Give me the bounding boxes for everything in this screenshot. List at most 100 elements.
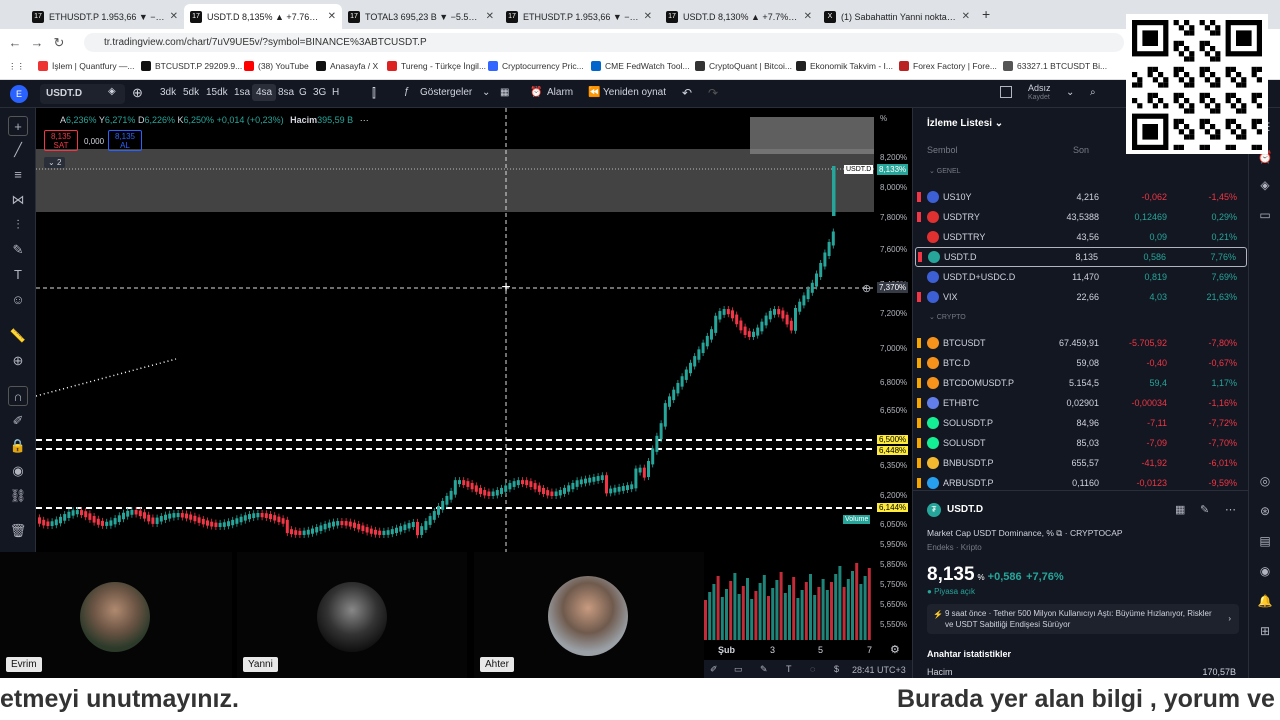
settings-icon[interactable]: ⚙ bbox=[890, 643, 900, 656]
watchlist-row[interactable]: USDTRY 43,5388 0,12469 0,29% bbox=[915, 207, 1247, 227]
draw-icon[interactable]: ✐ bbox=[710, 664, 718, 675]
interval-button[interactable]: 3dk bbox=[160, 87, 176, 98]
interval-button[interactable]: 8sa bbox=[278, 87, 294, 98]
supply-zone[interactable] bbox=[36, 149, 874, 212]
buy-button[interactable]: 8,135 AL bbox=[108, 130, 142, 151]
browser-tab[interactable]: 17 TOTAL3 695,23 B ▼ −5.51% Adsız ✕ bbox=[342, 4, 500, 29]
browser-tab-active[interactable]: 17 USDT.D 8,135% ▲ +7.76% Adsız ✕ bbox=[184, 4, 342, 29]
watchlist-row[interactable]: SOLUSDT 85,03 -7,09 -7,70% bbox=[915, 433, 1247, 453]
close-icon[interactable]: ✕ bbox=[486, 11, 494, 22]
chart-pane[interactable]: + bbox=[36, 108, 876, 552]
redo-icon[interactable]: ↷ bbox=[708, 86, 718, 100]
notification-icon[interactable]: 🔔 bbox=[1257, 594, 1273, 610]
watchlist-row[interactable]: BTCDOMUSDT.P 5.154,5 59,4 1,17% bbox=[915, 373, 1247, 393]
interval-button-active[interactable]: 4sa bbox=[252, 84, 277, 101]
col-last[interactable]: Son bbox=[1073, 145, 1089, 155]
forecast-icon[interactable]: ⫶ bbox=[8, 215, 28, 235]
watchlist-group-header[interactable]: ⌄ CRYPTO bbox=[929, 313, 966, 321]
layout-icon[interactable]: ▦ bbox=[500, 87, 509, 98]
interval-button[interactable]: G bbox=[299, 87, 307, 98]
profile-avatar[interactable]: E bbox=[10, 85, 28, 103]
watchlist-row[interactable]: US10Y 4,216 -0,062 -1,45% bbox=[915, 187, 1247, 207]
magnet-icon[interactable]: ∩ bbox=[8, 386, 28, 406]
grid-icon[interactable]: ▦ bbox=[1175, 503, 1185, 516]
eye-icon[interactable]: ◉ bbox=[8, 461, 28, 481]
price-chart[interactable]: + bbox=[36, 108, 876, 552]
more-icon[interactable]: ⋯ bbox=[1225, 503, 1236, 516]
watchlist-row[interactable]: USDTTRY 43,56 0,09 0,21% bbox=[915, 227, 1247, 247]
apps-icon[interactable]: ⊞ bbox=[1257, 624, 1273, 640]
reload-icon[interactable]: ↻ bbox=[48, 35, 70, 51]
watchlist-row[interactable]: BTC.D 59,08 -0,40 -0,67% bbox=[915, 353, 1247, 373]
detail-symbol[interactable]: USDT.D bbox=[947, 504, 983, 515]
ideas-icon[interactable]: ⊛ bbox=[1257, 504, 1273, 520]
collapse-button[interactable]: ⌄ 2 bbox=[44, 157, 66, 168]
emoji-icon[interactable]: ☺ bbox=[8, 290, 28, 310]
search-icon[interactable]: ⌕ bbox=[1090, 87, 1096, 98]
layout-name[interactable]: Adsız bbox=[1028, 83, 1051, 93]
new-tab-icon[interactable]: + bbox=[982, 6, 990, 22]
clock-label[interactable]: 28:41 UTC+3 bbox=[852, 665, 906, 675]
link-icon[interactable]: ⛓ bbox=[8, 486, 28, 506]
currency-icon[interactable]: $ bbox=[834, 664, 839, 674]
layout-square-icon[interactable] bbox=[1000, 86, 1012, 98]
bookmark[interactable]: 63327.1 BTCUSDT Bi... bbox=[1003, 61, 1107, 71]
close-icon[interactable]: ✕ bbox=[328, 11, 336, 22]
zoom-icon[interactable]: ⊕ bbox=[8, 351, 28, 371]
ruler-icon[interactable]: 📏 bbox=[8, 326, 28, 346]
trash-icon[interactable]: 🗑 bbox=[8, 521, 28, 541]
close-icon[interactable]: ✕ bbox=[804, 11, 812, 22]
bookmark[interactable]: (38) YouTube bbox=[244, 61, 309, 71]
bookmark[interactable]: CME FedWatch Tool... bbox=[591, 61, 690, 71]
trendline-icon[interactable]: ╱ bbox=[8, 140, 28, 160]
watchlist-row[interactable]: ETHBTC 0,02901 -0,00034 -1,16% bbox=[915, 393, 1247, 413]
url-field[interactable]: tr.tradingview.com/chart/7uV9UE5v/?symbo… bbox=[84, 33, 1124, 52]
screen-icon[interactable]: ▭ bbox=[734, 664, 743, 675]
interval-button[interactable]: 5dk bbox=[183, 87, 199, 98]
interval-button[interactable]: H bbox=[332, 87, 339, 98]
replay-icon[interactable]: ⏪ bbox=[588, 87, 600, 98]
watchlist-row[interactable]: VIX 22,66 4,03 21,63% bbox=[915, 287, 1247, 307]
undo-icon[interactable]: ↶ bbox=[682, 86, 692, 100]
indicators-icon[interactable]: ƒ bbox=[404, 86, 410, 97]
symbol-icon[interactable]: ◈ bbox=[108, 86, 116, 97]
watchlist-row[interactable]: BTCUSDT 67.459,91 -5.705,92 -7,80% bbox=[915, 333, 1247, 353]
browser-tab[interactable]: 17 ETHUSDT.P 1.953,66 ▼ −9.01% ✕ bbox=[500, 4, 658, 29]
candles-icon[interactable]: ⫿ bbox=[372, 86, 376, 101]
lock-icon[interactable]: 🔒 bbox=[8, 436, 28, 456]
alarm-icon[interactable]: ⏰ bbox=[530, 87, 542, 98]
time-axis[interactable]: Şub 3 5 7 ⚙ bbox=[704, 640, 912, 660]
cursor-icon[interactable]: + bbox=[8, 116, 28, 136]
brush-icon[interactable]: ✎ bbox=[8, 240, 28, 260]
target-icon[interactable]: ◎ bbox=[1257, 474, 1273, 490]
browser-tab[interactable]: 17 USDT.D 8,130% ▲ +7.7% Adsız ✕ bbox=[660, 4, 818, 29]
sell-button[interactable]: 8,135 SAT bbox=[44, 130, 78, 151]
close-icon[interactable]: ✕ bbox=[644, 11, 652, 22]
chevron-down-icon[interactable]: ⌄ bbox=[482, 87, 490, 98]
price-axis[interactable]: % 8,200%8,000%7,800%7,600%7,400%7,200%7,… bbox=[876, 108, 912, 660]
col-symbol[interactable]: Sembol bbox=[927, 145, 958, 155]
watchlist-row[interactable]: USDT.D 8,135 0,586 7,76% bbox=[915, 247, 1247, 267]
interval-button[interactable]: 1sa bbox=[234, 87, 250, 98]
compare-icon[interactable]: ⊕ bbox=[132, 85, 143, 101]
indicators-button[interactable]: Göstergeler bbox=[420, 87, 472, 98]
pattern-icon[interactable]: ⋈ bbox=[8, 190, 28, 210]
replay-button[interactable]: Yeniden oynat bbox=[603, 87, 666, 98]
watchlist-row[interactable]: BNBUSDT.P 655,57 -41,92 -6,01% bbox=[915, 453, 1247, 473]
sync-icon[interactable]: ◌ bbox=[810, 664, 815, 674]
layers-icon[interactable]: ◈ bbox=[1257, 178, 1273, 194]
bookmark[interactable]: Forex Factory | Fore... bbox=[899, 61, 997, 71]
bookmark[interactable]: Tureng - Türkçe İngil... bbox=[387, 61, 486, 71]
bookmark[interactable]: BTCUSDT.P 29209.9... bbox=[141, 61, 242, 71]
text-icon[interactable]: T bbox=[786, 664, 792, 674]
close-icon[interactable]: ✕ bbox=[170, 11, 178, 22]
browser-tab[interactable]: X (1) Sabahattin Yanni nokta Eteh ✕ bbox=[818, 4, 976, 29]
apps-icon[interactable]: ⋮⋮ bbox=[8, 61, 25, 72]
stream-icon[interactable]: ◉ bbox=[1257, 564, 1273, 580]
bookmark[interactable]: İşlem | Quantfury —... bbox=[38, 61, 135, 71]
calendar-icon[interactable]: ▤ bbox=[1257, 534, 1273, 550]
bookmark[interactable]: Cryptocurrency Pric... bbox=[488, 61, 584, 71]
text-icon[interactable]: T bbox=[8, 265, 28, 285]
watchlist-group-header[interactable]: ⌄ GENEL bbox=[929, 167, 961, 175]
more-icon[interactable]: ⋯ bbox=[360, 115, 369, 125]
